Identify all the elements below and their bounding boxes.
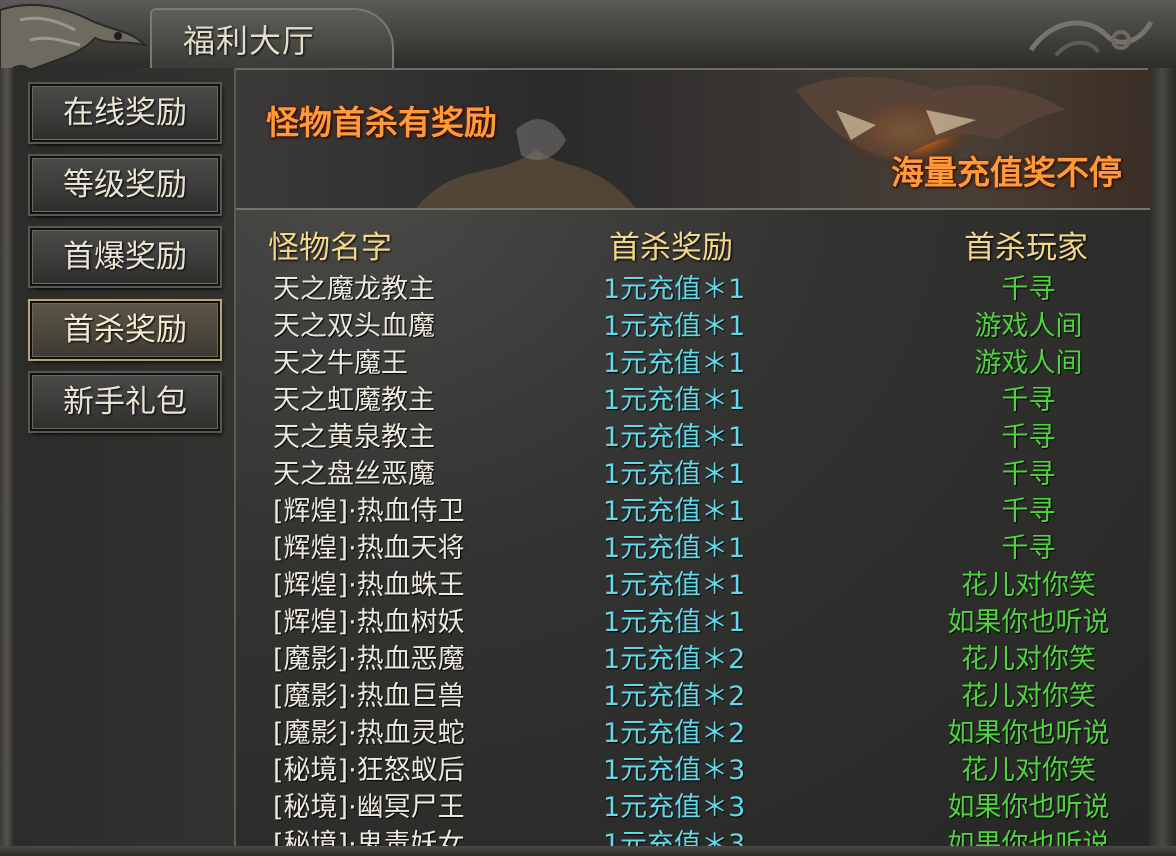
banner-title: 怪物首杀有奖励 (266, 103, 497, 142)
column-header-first-kill-reward: 首杀奖励 (609, 230, 733, 266)
monster-name-cell: 天之双头血魔 (273, 311, 435, 342)
reward-cell: 1元充值＊3 (603, 829, 746, 846)
reward-cell: 1元充值＊1 (603, 385, 746, 416)
title-bar: 福利大厅 (0, 0, 1176, 80)
monster-name-cell: 天之魔龙教主 (273, 274, 435, 305)
table-row: 天之双头血魔 1元充值＊1 游戏人间 (236, 304, 1150, 342)
monster-name-cell: [辉煌]·热血树妖 (273, 607, 465, 638)
table-row: [魔影]·热血灵蛇 1元充值＊2 如果你也听说 (236, 711, 1150, 749)
monster-name-cell: 天之虹魔教主 (273, 385, 435, 416)
monster-name-cell: [魔影]·热血巨兽 (273, 681, 465, 712)
window-title: 福利大厅 (183, 22, 316, 60)
table-row: 天之魔龙教主 1元充值＊1 千寻 (236, 267, 1150, 305)
player-cell: 千寻 (1001, 274, 1056, 305)
sidebar-item-first-drop-reward[interactable]: 首爆奖励 (28, 226, 222, 288)
player-cell: 千寻 (1001, 422, 1056, 453)
table-row: [秘境]·幽冥尸王 1元充值＊3 如果你也听说 (236, 785, 1150, 823)
first-kill-table: 怪物名字 首杀奖励 首杀玩家 天之魔龙教主 1元充值＊1 千寻 天之双头血魔 1元充值＊… (236, 212, 1150, 846)
reward-cell: 1元充值＊2 (603, 644, 746, 675)
reward-cell: 1元充值＊1 (603, 422, 746, 453)
player-cell: 游戏人间 (974, 348, 1083, 379)
sidebar-item-label: 首爆奖励 (63, 239, 187, 275)
player-cell: 花儿对你笑 (961, 755, 1096, 786)
monster-name-cell: 天之盘丝恶魔 (273, 459, 435, 490)
player-cell: 花儿对你笑 (961, 644, 1096, 675)
reward-cell: 1元充值＊2 (603, 681, 746, 712)
reward-cell: 1元充值＊1 (603, 459, 746, 490)
table-row: [魔影]·热血恶魔 1元充值＊2 花儿对你笑 (236, 637, 1150, 675)
player-cell: 千寻 (1001, 496, 1056, 527)
monster-name-cell: [辉煌]·热血天将 (273, 533, 465, 564)
reward-cell: 1元充值＊1 (603, 533, 746, 564)
table-row: [秘境]·狂怒蚁后 1元充值＊3 花儿对你笑 (236, 748, 1150, 786)
table-row: [辉煌]·热血侍卫 1元充值＊1 千寻 (236, 489, 1150, 527)
reward-cell: 1元充值＊1 (603, 274, 746, 305)
table-row: [辉煌]·热血树妖 1元充值＊1 如果你也听说 (236, 600, 1150, 638)
table-row: 天之黄泉教主 1元充值＊1 千寻 (236, 415, 1150, 453)
monster-name-cell: [秘境]·狂怒蚁后 (273, 755, 465, 786)
monster-name-cell: [魔影]·热血灵蛇 (273, 718, 465, 749)
table-row: [魔影]·热血巨兽 1元充值＊2 花儿对你笑 (236, 674, 1150, 712)
frame-left-border (0, 68, 14, 856)
scroll-ornament-icon (1028, 20, 1154, 57)
table-row: [秘境]·鬼毒妖女 1元充值＊3 如果你也听说 (236, 822, 1150, 846)
reward-cell: 1元充值＊1 (603, 607, 746, 638)
player-cell: 如果你也听说 (947, 792, 1110, 823)
player-cell: 如果你也听说 (947, 829, 1110, 846)
sidebar-item-label: 在线奖励 (63, 95, 187, 131)
reward-cell: 1元充值＊2 (603, 718, 746, 749)
event-banner: 怪物首杀有奖励 海量充值奖不停 (236, 70, 1150, 210)
reward-cell: 1元充值＊3 (603, 755, 746, 786)
frame-bottom-border (0, 846, 1176, 856)
sidebar-item-label: 首杀奖励 (63, 312, 187, 348)
reward-cell: 1元充值＊1 (603, 570, 746, 601)
monster-name-cell: [辉煌]·热血侍卫 (273, 496, 465, 527)
column-header-monster-name: 怪物名字 (268, 230, 392, 266)
table-row: 天之盘丝恶魔 1元充值＊1 千寻 (236, 452, 1150, 490)
frame-right-border (1148, 68, 1176, 856)
reward-cell: 1元充值＊1 (603, 311, 746, 342)
player-cell: 如果你也听说 (947, 607, 1110, 638)
player-cell: 花儿对你笑 (961, 570, 1096, 601)
sidebar-item-first-kill-reward[interactable]: 首杀奖励 (28, 299, 222, 361)
player-cell: 如果你也听说 (947, 718, 1110, 749)
reward-cell: 1元充值＊3 (603, 792, 746, 823)
sidebar-item-level-reward[interactable]: 等级奖励 (28, 154, 222, 216)
player-cell: 千寻 (1001, 385, 1056, 416)
player-cell: 千寻 (1001, 459, 1056, 490)
welfare-hall-window: 福利大厅 在线奖励 等级奖励 首爆奖励 首杀奖励 新手礼包 怪物首杀有奖励 海量… (0, 0, 1176, 856)
monster-name-cell: [辉煌]·热血蛛王 (273, 570, 465, 601)
table-row: 天之牛魔王 1元充值＊1 游戏人间 (236, 341, 1150, 379)
monster-name-cell: [秘境]·鬼毒妖女 (273, 829, 465, 846)
player-cell: 花儿对你笑 (961, 681, 1096, 712)
banner-slogan: 海量充值奖不停 (891, 153, 1122, 192)
sidebar-item-newbie-gift[interactable]: 新手礼包 (28, 371, 222, 433)
reward-cell: 1元充值＊1 (603, 348, 746, 379)
sidebar-item-online-reward[interactable]: 在线奖励 (28, 82, 222, 144)
table-row: [辉煌]·热血蛛王 1元充值＊1 花儿对你笑 (236, 563, 1150, 601)
table-body[interactable]: 天之魔龙教主 1元充值＊1 千寻 天之双头血魔 1元充值＊1 游戏人间 天之牛魔王 1元充值＊… (236, 267, 1150, 846)
player-cell: 游戏人间 (974, 311, 1083, 342)
sidebar: 在线奖励 等级奖励 首爆奖励 首杀奖励 新手礼包 (14, 68, 236, 846)
sidebar-item-label: 新手礼包 (63, 384, 187, 420)
table-row: [辉煌]·热血天将 1元充值＊1 千寻 (236, 526, 1150, 564)
player-cell: 千寻 (1001, 533, 1056, 564)
monster-name-cell: 天之牛魔王 (273, 348, 408, 379)
monster-name-cell: 天之黄泉教主 (273, 422, 435, 453)
column-header-first-kill-player: 首杀玩家 (964, 230, 1088, 266)
monster-name-cell: [魔影]·热血恶魔 (273, 644, 465, 675)
reward-cell: 1元充值＊1 (603, 496, 746, 527)
sidebar-item-label: 等级奖励 (63, 167, 187, 203)
monster-name-cell: [秘境]·幽冥尸王 (273, 792, 465, 823)
table-row: 天之虹魔教主 1元充值＊1 千寻 (236, 378, 1150, 416)
